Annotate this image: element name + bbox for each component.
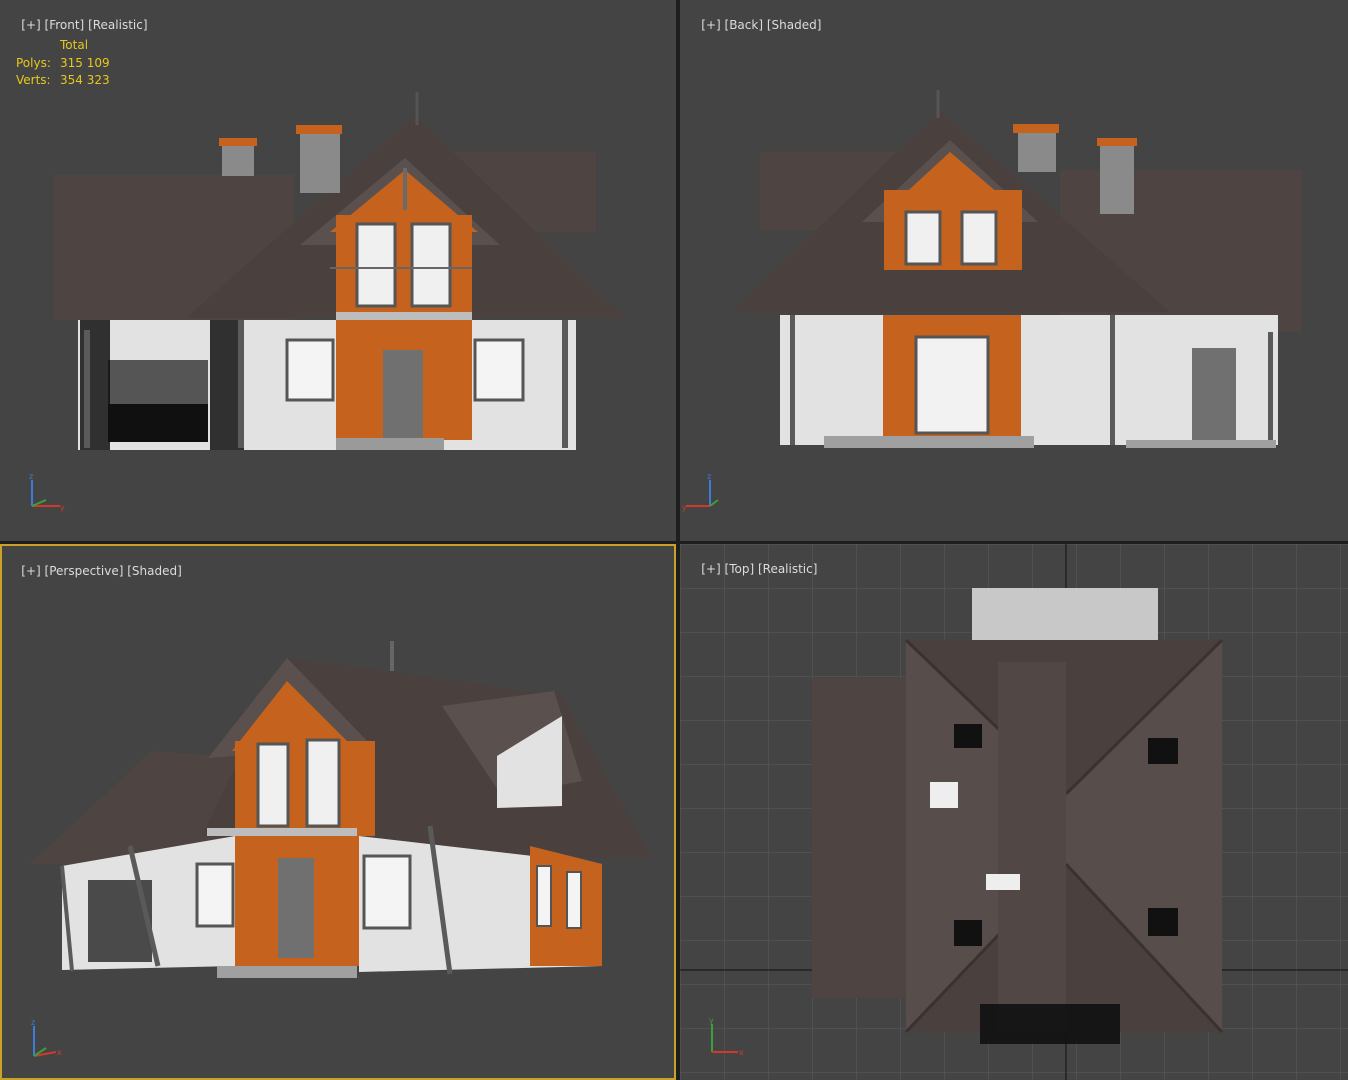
view-name-label[interactable]: [Back] [725, 18, 764, 32]
shading-mode-label[interactable]: [Shaded] [127, 564, 182, 578]
axis-z-label: z [707, 472, 711, 481]
stats-header: Total [60, 38, 89, 52]
viewport-back[interactable]: [+] [Back] [Shaded] z y [680, 0, 1348, 541]
axis-z-label: z [31, 1018, 35, 1027]
axis-y-label: y [60, 503, 65, 512]
axis-tripod-icon: z y [29, 472, 65, 512]
viewport-label-top[interactable]: [+] [Top] [Realistic] [686, 548, 817, 590]
viewport-label-perspective[interactable]: [+] [Perspective] [Shaded] [6, 550, 182, 592]
perspective-view-house [30, 641, 652, 978]
viewport-menu-plus[interactable]: [+] [701, 562, 720, 576]
axis-y-label: y [682, 503, 687, 512]
verts-value: 354 323 [60, 73, 110, 87]
viewport-menu-plus[interactable]: [+] [21, 18, 40, 32]
axis-x-label: x [739, 1048, 744, 1057]
view-name-label[interactable]: [Perspective] [45, 564, 124, 578]
axis-z-label: z [29, 472, 33, 481]
viewport-label-back[interactable]: [+] [Back] [Shaded] [686, 4, 821, 46]
viewport-perspective[interactable]: [+] [Perspective] [Shaded] z x [0, 544, 676, 1080]
axis-tripod-icon: z x [31, 1018, 62, 1057]
axis-tripod-icon: y x [709, 1016, 744, 1057]
shading-mode-label[interactable]: [Realistic] [758, 562, 817, 576]
viewport-menu-plus[interactable]: [+] [21, 564, 40, 578]
statistics-overlay: Total Polys: 315 109 Verts: 354 323 [16, 37, 110, 90]
back-view-house [732, 90, 1302, 448]
axis-y-label: y [709, 1016, 714, 1025]
verts-label: Verts: [16, 73, 51, 87]
view-name-label[interactable]: [Front] [45, 18, 85, 32]
axis-x-label: x [57, 1048, 62, 1057]
viewport-top[interactable]: [+] [Top] [Realistic] y x [680, 544, 1348, 1080]
polys-value: 315 109 [60, 55, 110, 70]
viewport-front[interactable]: [+] [Front] [Realistic] Total Polys: 315 … [0, 0, 676, 541]
axis-tripod-icon: z y [682, 472, 719, 512]
shading-mode-label[interactable]: [Shaded] [767, 18, 822, 32]
viewport-menu-plus[interactable]: [+] [701, 18, 720, 32]
polys-label: Polys: [16, 55, 51, 70]
top-view-house [680, 544, 1348, 1080]
shading-mode-label[interactable]: [Realistic] [88, 18, 147, 32]
view-name-label[interactable]: [Top] [725, 562, 755, 576]
